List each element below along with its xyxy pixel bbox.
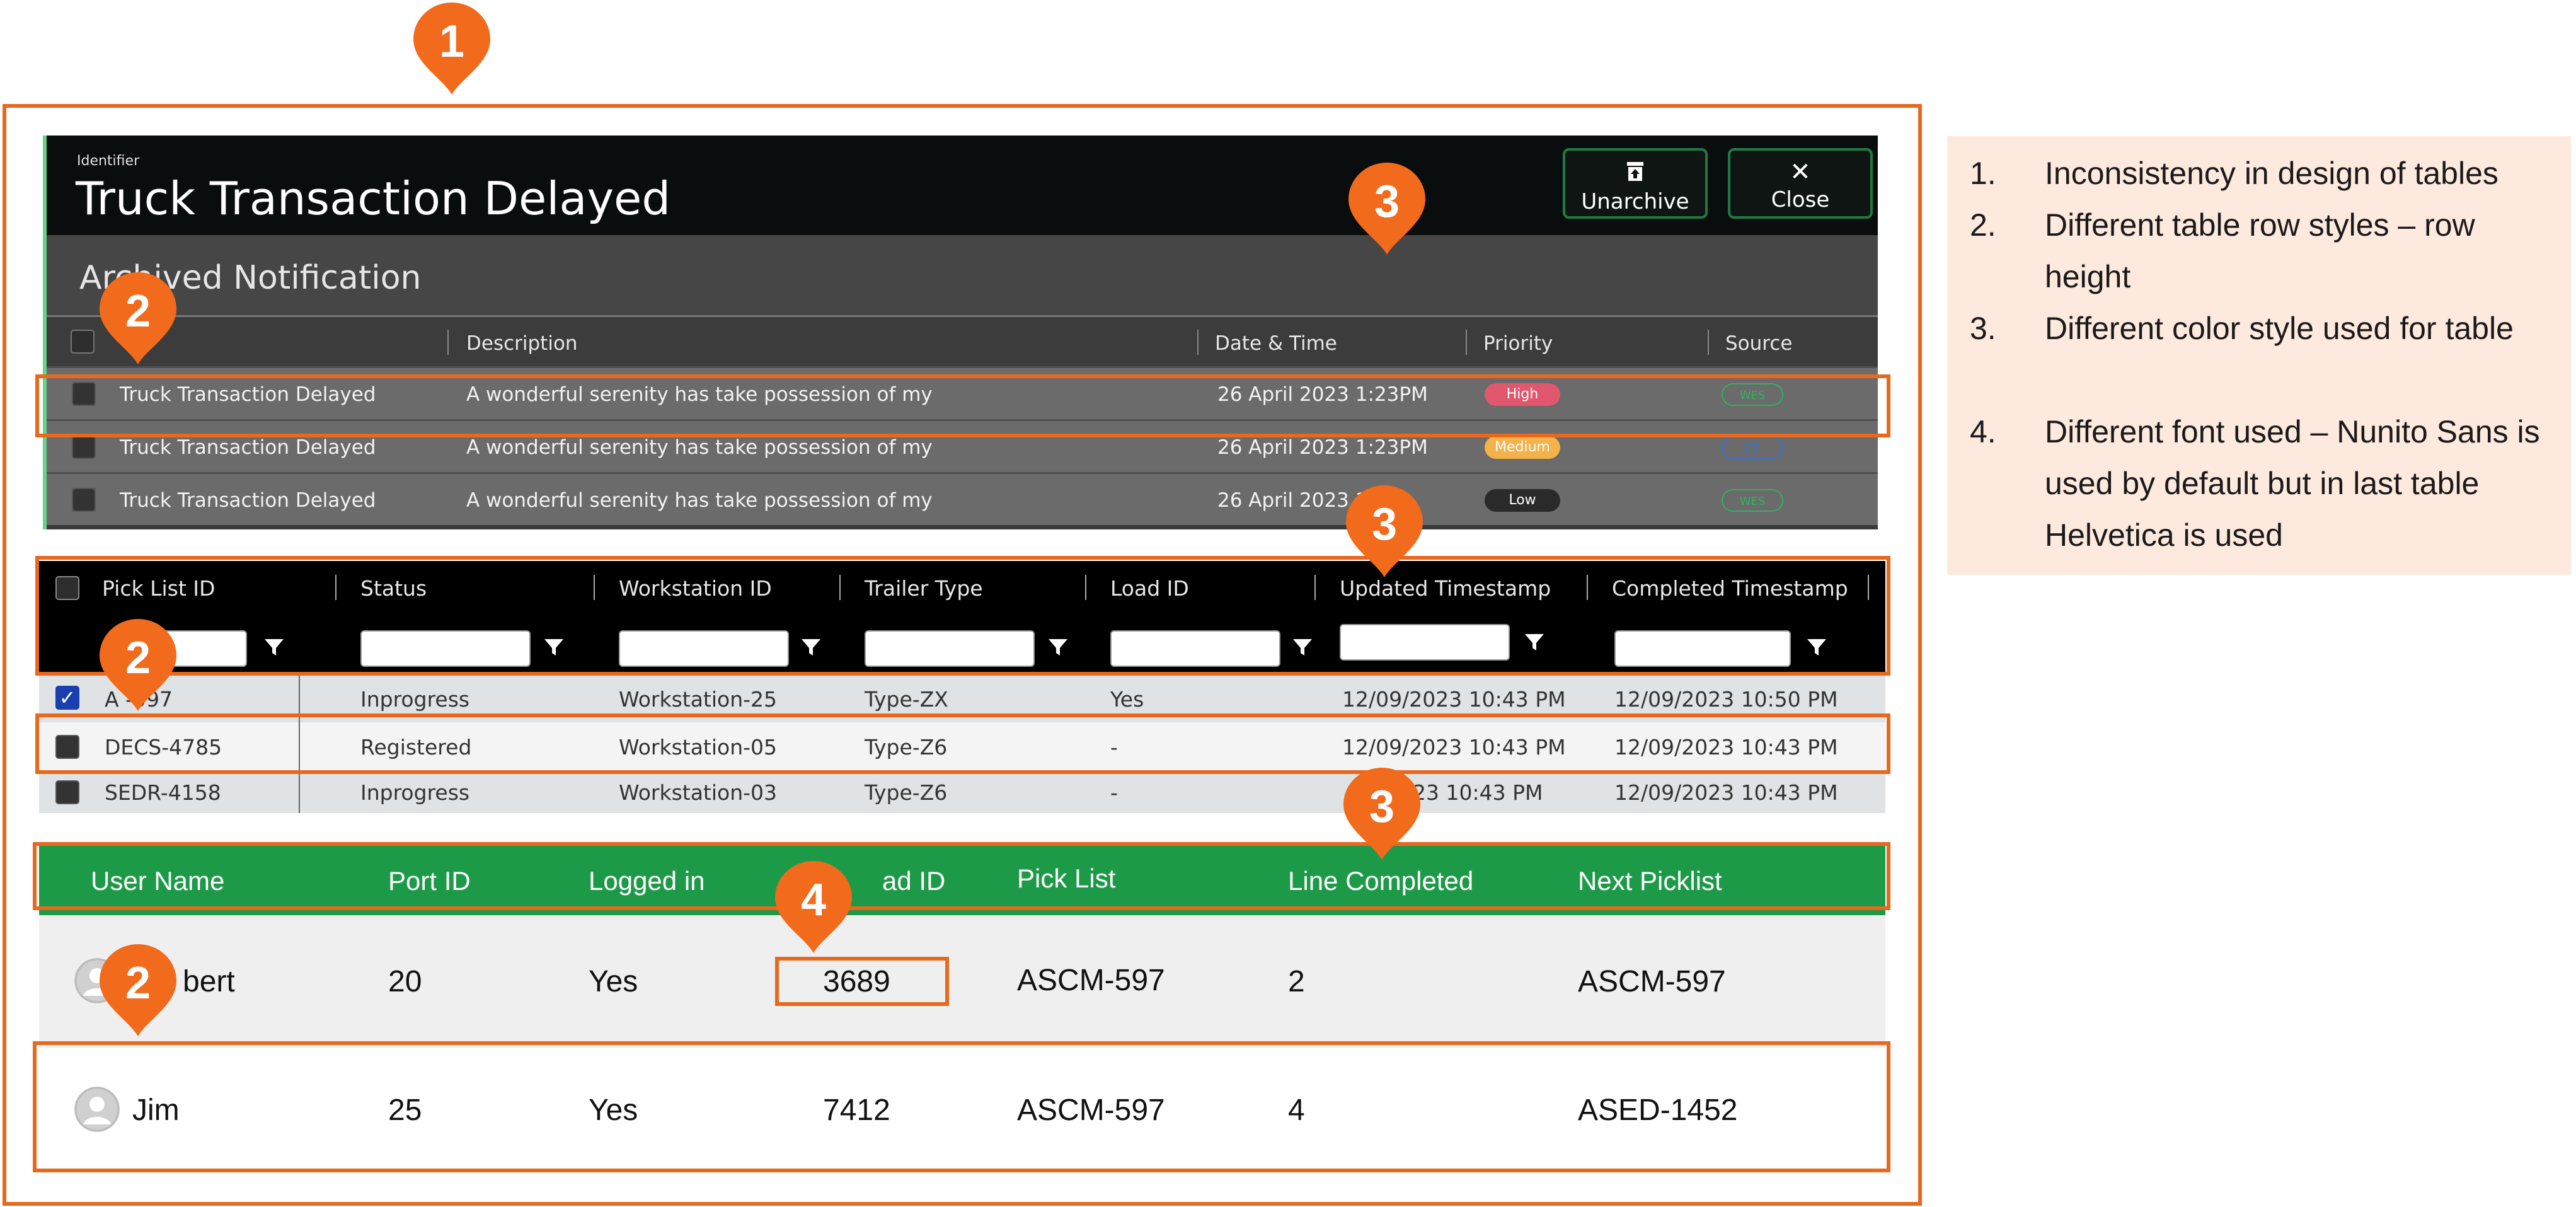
note-number: 1. <box>1970 156 1996 191</box>
load-id: Yes <box>1110 687 1144 712</box>
priority-badge-medium: Medium <box>1485 436 1560 459</box>
unarchive-button[interactable]: Unarchive <box>1563 148 1708 219</box>
callout-pin-2: 2 <box>97 944 179 1039</box>
note-text: Different color style used for table <box>2045 311 2514 346</box>
callout-number: 2 <box>125 633 151 683</box>
unarchive-label: Unarchive <box>1581 189 1689 214</box>
callout-pin-4: 4 <box>773 861 854 956</box>
annotation-box-header-color-t2 <box>35 556 1890 676</box>
close-label: Close <box>1771 187 1830 212</box>
source-badge: WES <box>1722 489 1783 512</box>
callout-pin-2: 2 <box>97 272 179 367</box>
note-text: Different table row styles – row height <box>2045 207 2475 294</box>
load-id: - <box>1110 780 1118 805</box>
notes-panel: 1. Inconsistency in design of tables 2. … <box>1947 136 2571 575</box>
pick-list-id: SEDR-4158 <box>105 780 221 805</box>
column-date-time[interactable]: Date & Time <box>1215 332 1337 355</box>
column-source[interactable]: Source <box>1725 332 1792 355</box>
notification-name: Truck Transaction Delayed <box>120 489 376 512</box>
notification-name: Truck Transaction Delayed <box>120 436 376 459</box>
table1-column-header: Description Date & Time Priority Source <box>47 318 1878 366</box>
workstation-id: Workstation-03 <box>619 780 778 805</box>
callout-pin-3: 3 <box>1343 485 1425 580</box>
row-checkbox[interactable] <box>72 435 96 459</box>
line-completed: 2 <box>1288 965 1305 998</box>
pick-list: ASCM-597 <box>1017 964 1165 997</box>
callout-pin-3: 3 <box>1341 768 1423 862</box>
callout-pin-2: 2 <box>97 619 179 713</box>
user-name: bert <box>183 965 235 998</box>
annotation-box-row-height-t2 <box>35 713 1890 774</box>
archived-notification-bar: Archived Notification <box>47 235 1878 317</box>
row-checkbox[interactable] <box>72 488 96 512</box>
archived-notification-table: Identifier Truck Transaction Delayed Una… <box>43 136 1878 529</box>
note-number: 2. <box>1970 207 1996 243</box>
notification-header: Identifier Truck Transaction Delayed Una… <box>47 136 1878 235</box>
callout-number: 3 <box>1371 499 1398 550</box>
trailer-type: Type-ZX <box>865 687 948 712</box>
updated-timestamp: 12/09/2023 10:43 PM <box>1342 687 1566 712</box>
notification-description: A wonderful serenity has take possession… <box>466 436 933 459</box>
unarchive-icon <box>1565 159 1705 187</box>
logged-in: Yes <box>589 965 638 998</box>
trailer-type: Type-Z6 <box>865 780 948 805</box>
note-text: Different font used – Nunito Sans is use… <box>2045 414 2540 553</box>
completed-timestamp: 12/09/2023 10:50 PM <box>1614 687 1838 712</box>
callout-number: 3 <box>1369 782 1395 832</box>
notification-title: Truck Transaction Delayed <box>76 172 671 225</box>
notification-description: A wonderful serenity has take possession… <box>466 489 933 512</box>
annotation-box-row-height-t1 <box>35 374 1890 437</box>
row-checkbox[interactable] <box>55 780 79 804</box>
annotation-box-header-color-t3 <box>33 842 1890 910</box>
select-all-checkbox[interactable] <box>71 330 95 354</box>
column-priority[interactable]: Priority <box>1483 332 1553 355</box>
note-number: 4. <box>1970 414 1996 449</box>
table-row[interactable]: bert 20 Yes 3689 ASCM-597 2 ASCM-597 <box>39 915 1885 1048</box>
table-row[interactable]: Truck Transaction Delayed A wonderful se… <box>47 472 1878 525</box>
callout-number: 2 <box>125 958 151 1008</box>
callout-pin-1: 1 <box>411 3 493 97</box>
annotation-box-font-t3 <box>775 957 949 1006</box>
next-picklist: ASCM-597 <box>1578 965 1726 998</box>
close-icon: ✕ <box>1790 158 1811 187</box>
identifier-label: Identifier <box>77 153 140 169</box>
note-text: Inconsistency in design of tables <box>2045 156 2498 191</box>
priority-badge-low: Low <box>1485 489 1560 512</box>
callout-number: 1 <box>439 16 465 67</box>
port-id: 20 <box>388 965 422 998</box>
note-number: 3. <box>1970 311 1996 346</box>
notification-datetime: 26 April 2023 1:23PM <box>1217 436 1428 459</box>
callout-number: 4 <box>800 875 827 925</box>
completed-timestamp: 12/09/2023 10:43 PM <box>1614 780 1838 805</box>
status: Inprogress <box>360 780 470 805</box>
callout-number: 2 <box>125 286 151 337</box>
source-badge: CT <box>1722 436 1783 459</box>
close-button[interactable]: ✕ Close <box>1728 148 1873 219</box>
row-checkbox-checked[interactable]: ✓ <box>55 686 79 710</box>
updated-timestamp: 23 10:43 PM <box>1413 780 1543 805</box>
callout-number: 3 <box>1374 176 1400 227</box>
table-row[interactable]: SEDR-4158 Inprogress Workstation-03 Type… <box>39 770 1885 813</box>
column-description[interactable]: Description <box>466 332 578 355</box>
annotation-box-row-height-t3 <box>33 1041 1890 1172</box>
workstation-id: Workstation-25 <box>619 687 778 712</box>
callout-pin-3: 3 <box>1346 163 1428 257</box>
status: Inprogress <box>360 687 470 712</box>
